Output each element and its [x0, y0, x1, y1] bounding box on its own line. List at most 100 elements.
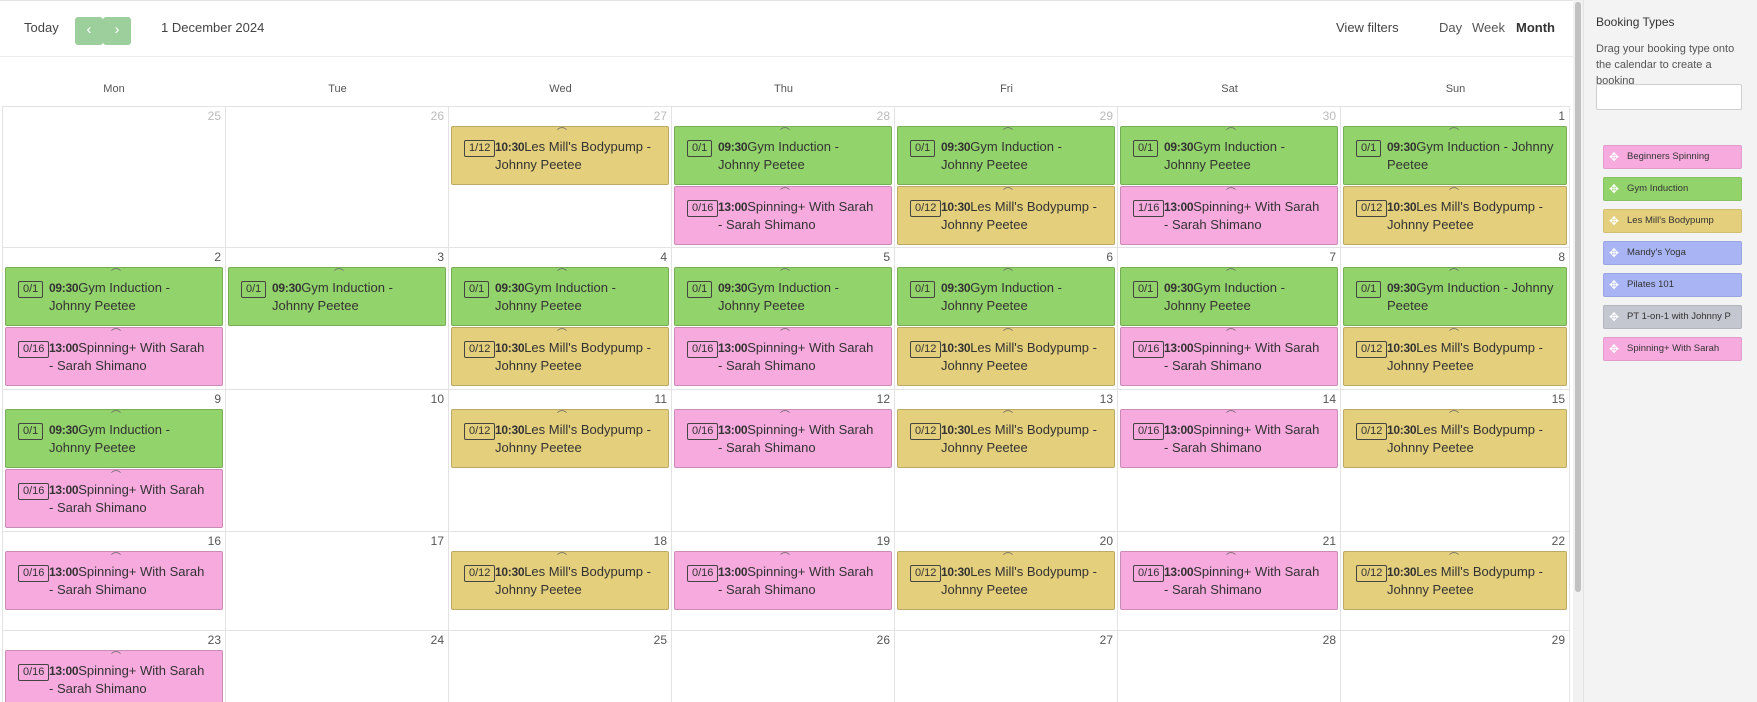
day-cell[interactable]: 5 ⌒ 0/1 09:30Gym Induction - Johnny Peetee ⌒…: [672, 248, 895, 389]
booking-event-induction[interactable]: ⌒ 0/1 09:30Gym Induction - Johnny Peetee: [1343, 267, 1567, 326]
booking-event-spinning[interactable]: ⌒ 1/16 13:00Spinning+ With Sarah - Sarah S…: [1120, 186, 1338, 245]
day-cell[interactable]: 4 ⌒ 0/1 09:30Gym Induction - Johnny Peetee ⌒…: [449, 248, 672, 389]
booking-type-item[interactable]: ✥ Spinning+ With Sarah: [1603, 337, 1742, 361]
booking-event-bodypump[interactable]: ⌒ 0/12 10:30Les Mill's Bodypump - Johnny P…: [1343, 551, 1567, 610]
booking-event-spinning[interactable]: ⌒ 0/16 13:00Spinning+ With Sarah - Sarah S…: [674, 551, 892, 610]
booking-type-item[interactable]: ✥ Beginners Spinning: [1603, 145, 1742, 169]
day-cell[interactable]: 30 ⌒ 0/1 09:30Gym Induction - Johnny Peetee…: [1118, 107, 1341, 247]
recurring-icon: ⌒: [1003, 553, 1013, 564]
booking-event-induction[interactable]: ⌒ 0/1 09:30Gym Induction - Johnny Peetee: [674, 126, 892, 185]
booking-event-bodypump[interactable]: ⌒ 0/12 10:30Les Mill's Bodypump - Johnny P…: [1343, 327, 1567, 386]
booking-event-bodypump[interactable]: ⌒ 0/12 10:30Les Mill's Bodypump - Johnny P…: [451, 551, 669, 610]
booking-event-spinning[interactable]: ⌒ 0/16 13:00Spinning+ With Sarah - Sarah S…: [674, 186, 892, 245]
view-month-button[interactable]: Month: [1516, 20, 1555, 35]
day-cell[interactable]: 21 ⌒ 0/16 13:00Spinning+ With Sarah - Sarah…: [1118, 532, 1341, 630]
booking-event-induction[interactable]: ⌒ 0/1 09:30Gym Induction - Johnny Peetee: [897, 267, 1115, 326]
day-cell[interactable]: 25: [449, 631, 672, 702]
booking-event-spinning[interactable]: ⌒ 0/16 13:00Spinning+ With Sarah - Sarah S…: [1120, 551, 1338, 610]
day-cell[interactable]: 22 ⌒ 0/12 10:30Les Mill's Bodypump - Johnny…: [1341, 532, 1570, 630]
booking-type-item[interactable]: ✥ PT 1-on-1 with Johnny P: [1603, 305, 1742, 329]
booking-type-item[interactable]: ✥ Mandy's Yoga: [1603, 241, 1742, 265]
day-cell[interactable]: 28: [1118, 631, 1341, 702]
booking-event-bodypump[interactable]: ⌒ 0/12 10:30Les Mill's Bodypump - Johnny P…: [1343, 409, 1567, 468]
booking-event-induction[interactable]: ⌒ 0/1 09:30Gym Induction - Johnny Peetee: [897, 126, 1115, 185]
event-time: 09:30: [1387, 140, 1417, 154]
calendar-scrollbar[interactable]: [1573, 0, 1583, 702]
day-cell[interactable]: 8 ⌒ 0/1 09:30Gym Induction - Johnny Peetee ⌒…: [1341, 248, 1570, 389]
view-week-button[interactable]: Week: [1472, 20, 1505, 35]
day-cell[interactable]: 20 ⌒ 0/12 10:30Les Mill's Bodypump - Johnny…: [895, 532, 1118, 630]
booking-event-bodypump[interactable]: ⌒ 0/12 10:30Les Mill's Bodypump - Johnny P…: [451, 327, 669, 386]
booking-event-spinning[interactable]: ⌒ 0/16 13:00Spinning+ With Sarah - Sarah S…: [1120, 327, 1338, 386]
booking-event-bodypump[interactable]: ⌒ 0/12 10:30Les Mill's Bodypump - Johnny P…: [1343, 186, 1567, 245]
today-button[interactable]: Today: [24, 20, 59, 35]
day-cell[interactable]: 12 ⌒ 0/16 13:00Spinning+ With Sarah - Sarah…: [672, 390, 895, 531]
booking-event-induction[interactable]: ⌒ 0/1 09:30Gym Induction - Johnny Peetee: [451, 267, 669, 326]
booking-event-bodypump[interactable]: ⌒ 0/12 10:30Les Mill's Bodypump - Johnny P…: [897, 186, 1115, 245]
move-icon[interactable]: ✥: [1609, 150, 1619, 164]
booking-event-spinning[interactable]: ⌒ 0/16 13:00Spinning+ With Sarah - Sarah S…: [674, 327, 892, 386]
booking-event-induction[interactable]: ⌒ 0/1 09:30Gym Induction - Johnny Peetee: [1343, 126, 1567, 185]
day-cell[interactable]: 3 ⌒ 0/1 09:30Gym Induction - Johnny Peetee: [226, 248, 449, 389]
booking-type-search-input[interactable]: [1596, 84, 1742, 110]
booking-type-item[interactable]: ✥ Gym Induction: [1603, 177, 1742, 201]
day-cell[interactable]: 26: [672, 631, 895, 702]
view-day-button[interactable]: Day: [1439, 20, 1462, 35]
booking-event-spinning[interactable]: ⌒ 0/16 13:00Spinning+ With Sarah - Sarah S…: [5, 650, 223, 702]
capacity-badge: 0/1: [687, 281, 713, 298]
booking-event-induction[interactable]: ⌒ 0/1 09:30Gym Induction - Johnny Peetee: [1120, 126, 1338, 185]
booking-event-induction[interactable]: ⌒ 0/1 09:30Gym Induction - Johnny Peetee: [674, 267, 892, 326]
booking-event-bodypump[interactable]: ⌒ 1/12 10:30Les Mill's Bodypump - Johnny P…: [451, 126, 669, 185]
move-icon[interactable]: ✥: [1609, 310, 1619, 324]
booking-event-induction[interactable]: ⌒ 0/1 09:30Gym Induction - Johnny Peetee: [1120, 267, 1338, 326]
day-cell[interactable]: 16 ⌒ 0/16 13:00Spinning+ With Sarah - Sarah…: [2, 532, 226, 630]
day-cell[interactable]: 27 ⌒ 1/12 10:30Les Mill's Bodypump - Johnny…: [449, 107, 672, 247]
move-icon[interactable]: ✥: [1609, 278, 1619, 292]
day-cell[interactable]: 25: [2, 107, 226, 247]
booking-event-spinning[interactable]: ⌒ 0/16 13:00Spinning+ With Sarah - Sarah S…: [5, 327, 223, 386]
day-cell[interactable]: 7 ⌒ 0/1 09:30Gym Induction - Johnny Peetee ⌒…: [1118, 248, 1341, 389]
day-cell[interactable]: 10: [226, 390, 449, 531]
day-cell[interactable]: 29: [1341, 631, 1570, 702]
recurring-icon: ⌒: [557, 128, 567, 139]
day-cell[interactable]: 27: [895, 631, 1118, 702]
booking-type-item[interactable]: ✥ Pilates 101: [1603, 273, 1742, 297]
booking-event-induction[interactable]: ⌒ 0/1 09:30Gym Induction - Johnny Peetee: [5, 409, 223, 468]
day-cell[interactable]: 29 ⌒ 0/1 09:30Gym Induction - Johnny Peetee…: [895, 107, 1118, 247]
booking-event-spinning[interactable]: ⌒ 0/16 13:00Spinning+ With Sarah - Sarah S…: [1120, 409, 1338, 468]
move-icon[interactable]: ✥: [1609, 246, 1619, 260]
day-cell[interactable]: 24: [226, 631, 449, 702]
booking-event-bodypump[interactable]: ⌒ 0/12 10:30Les Mill's Bodypump - Johnny P…: [897, 327, 1115, 386]
booking-type-item[interactable]: ✥ Les Mill's Bodypump: [1603, 209, 1742, 233]
day-cell[interactable]: 19 ⌒ 0/16 13:00Spinning+ With Sarah - Sarah…: [672, 532, 895, 630]
day-cell[interactable]: 13 ⌒ 0/12 10:30Les Mill's Bodypump - Johnny…: [895, 390, 1118, 531]
day-cell[interactable]: 26: [226, 107, 449, 247]
booking-event-spinning[interactable]: ⌒ 0/16 13:00Spinning+ With Sarah - Sarah S…: [5, 551, 223, 610]
booking-event-bodypump[interactable]: ⌒ 0/12 10:30Les Mill's Bodypump - Johnny P…: [897, 409, 1115, 468]
booking-event-bodypump[interactable]: ⌒ 0/12 10:30Les Mill's Bodypump - Johnny P…: [897, 551, 1115, 610]
view-filters-button[interactable]: View filters: [1336, 20, 1399, 35]
booking-event-spinning[interactable]: ⌒ 0/16 13:00Spinning+ With Sarah - Sarah S…: [5, 469, 223, 528]
booking-event-spinning[interactable]: ⌒ 0/16 13:00Spinning+ With Sarah - Sarah S…: [674, 409, 892, 468]
capacity-badge: 0/12: [464, 423, 496, 440]
day-cell[interactable]: 23 ⌒ 0/16 13:00Spinning+ With Sarah - Sarah…: [2, 631, 226, 702]
day-cell[interactable]: 11 ⌒ 0/12 10:30Les Mill's Bodypump - Johnny…: [449, 390, 672, 531]
scrollbar-thumb[interactable]: [1575, 2, 1581, 592]
move-icon[interactable]: ✥: [1609, 342, 1619, 356]
day-cell[interactable]: 6 ⌒ 0/1 09:30Gym Induction - Johnny Peetee ⌒…: [895, 248, 1118, 389]
day-cell[interactable]: 28 ⌒ 0/1 09:30Gym Induction - Johnny Peetee…: [672, 107, 895, 247]
day-cell[interactable]: 15 ⌒ 0/12 10:30Les Mill's Bodypump - Johnny…: [1341, 390, 1570, 531]
day-cell[interactable]: 2 ⌒ 0/1 09:30Gym Induction - Johnny Peetee ⌒…: [2, 248, 226, 389]
day-cell[interactable]: 1 ⌒ 0/1 09:30Gym Induction - Johnny Peetee ⌒…: [1341, 107, 1570, 247]
day-cell[interactable]: 14 ⌒ 0/16 13:00Spinning+ With Sarah - Sarah…: [1118, 390, 1341, 531]
move-icon[interactable]: ✥: [1609, 182, 1619, 196]
previous-month-button[interactable]: ‹: [75, 17, 103, 45]
day-cell[interactable]: 9 ⌒ 0/1 09:30Gym Induction - Johnny Peetee ⌒…: [2, 390, 226, 531]
move-icon[interactable]: ✥: [1609, 214, 1619, 228]
booking-event-induction[interactable]: ⌒ 0/1 09:30Gym Induction - Johnny Peetee: [5, 267, 223, 326]
next-month-button[interactable]: ›: [103, 17, 131, 45]
booking-event-bodypump[interactable]: ⌒ 0/12 10:30Les Mill's Bodypump - Johnny P…: [451, 409, 669, 468]
day-cell[interactable]: 18 ⌒ 0/12 10:30Les Mill's Bodypump - Johnny…: [449, 532, 672, 630]
booking-event-induction[interactable]: ⌒ 0/1 09:30Gym Induction - Johnny Peetee: [228, 267, 446, 326]
day-cell[interactable]: 17: [226, 532, 449, 630]
